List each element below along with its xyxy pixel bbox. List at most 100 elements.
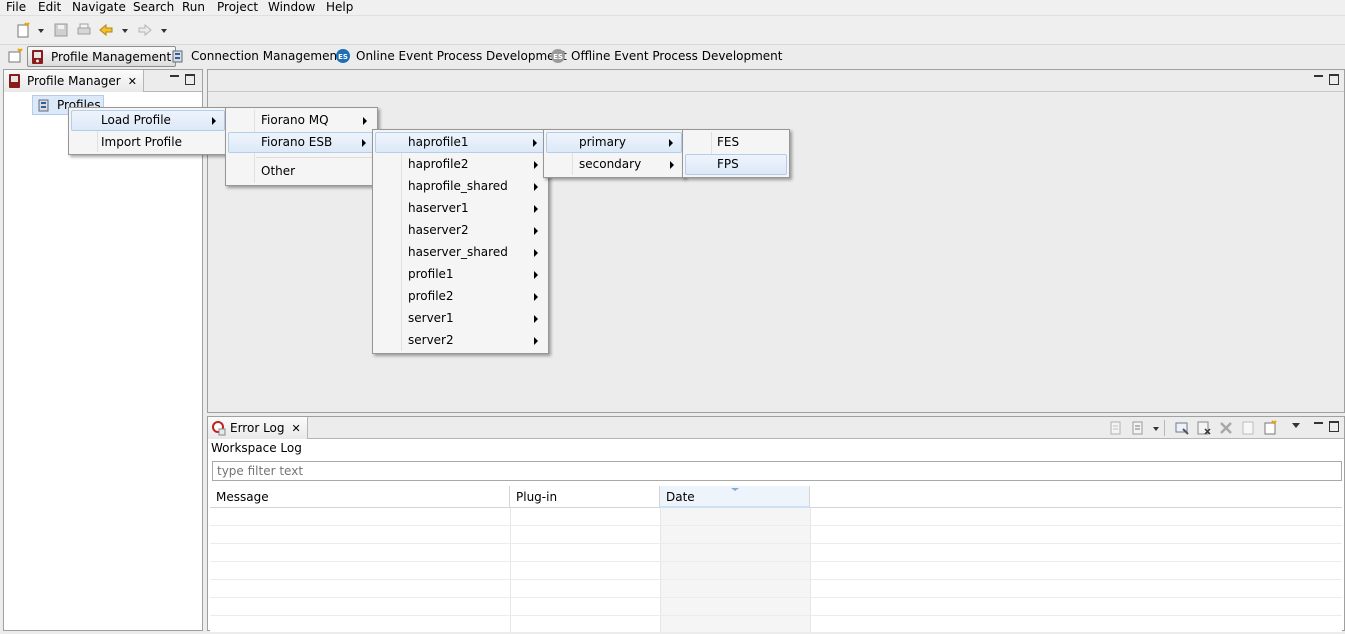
new-dropdown-icon[interactable]	[38, 29, 44, 33]
tab-error-log[interactable]: Error Log ✕	[208, 417, 308, 439]
delete-log-icon[interactable]	[1218, 420, 1234, 436]
close-icon[interactable]: ✕	[128, 75, 137, 88]
export-log-icon[interactable]	[1108, 420, 1124, 436]
menu-item-haprofile1[interactable]: haprofile1	[375, 132, 546, 153]
table-row	[210, 580, 1342, 598]
log-table: Message Plug-in Date	[210, 486, 1342, 634]
perspective-online-event-process[interactable]: ES Online Event Process Development	[335, 46, 567, 65]
menu-separator	[256, 157, 375, 158]
minimize-icon[interactable]	[1314, 421, 1323, 430]
menu-help[interactable]: Help	[326, 0, 353, 15]
maximize-icon[interactable]	[1329, 74, 1339, 85]
perspective-connection-management[interactable]: Connection Management	[170, 46, 342, 65]
perspective-offline-event-process[interactable]: ES Offline Event Process Development	[550, 46, 783, 65]
menu-item-primary[interactable]: primary	[546, 132, 682, 153]
submenu-arrow-icon	[669, 139, 673, 147]
menu-item-server2[interactable]: server2	[375, 330, 546, 351]
menu-item-other[interactable]: Other	[228, 161, 375, 182]
menu-item-fiorano-esb[interactable]: Fiorano ESB	[228, 132, 375, 153]
primary-submenu: FES FPS	[682, 129, 790, 178]
restore-log-icon[interactable]	[1262, 420, 1278, 436]
column-header-plugin[interactable]: Plug-in	[510, 486, 660, 508]
close-icon[interactable]: ✕	[292, 422, 301, 435]
submenu-arrow-icon	[534, 293, 538, 301]
perspective-bar: Profile Management Connection Management…	[0, 45, 1345, 67]
menu-edit[interactable]: Edit	[38, 0, 61, 15]
menu-item-load-profile[interactable]: Load Profile	[71, 110, 225, 131]
clear-log-icon[interactable]	[1196, 420, 1212, 436]
submenu-arrow-icon	[534, 249, 538, 257]
filter-icon[interactable]	[1174, 420, 1190, 436]
menu-item-haprofile2[interactable]: haprofile2	[375, 154, 546, 175]
save-icon[interactable]	[53, 22, 69, 38]
print-icon[interactable]	[76, 22, 92, 38]
filter-input[interactable]	[212, 461, 1342, 481]
back-dropdown-icon[interactable]	[122, 29, 128, 33]
new-icon[interactable]	[15, 22, 31, 38]
import-log-icon[interactable]	[1130, 420, 1146, 436]
submenu-arrow-icon	[670, 161, 674, 169]
menu-navigate[interactable]: Navigate	[72, 0, 126, 15]
menu-item-haserver2[interactable]: haserver2	[375, 220, 546, 241]
main-toolbar	[0, 15, 1345, 45]
submenu-arrow-icon	[534, 205, 538, 213]
tab-profile-manager[interactable]: Profile Manager ✕	[4, 70, 144, 92]
submenu-arrow-icon	[534, 183, 538, 191]
sort-indicator-icon	[731, 488, 739, 491]
menu-item-profile1[interactable]: profile1	[375, 264, 546, 285]
perspective-label: Online Event Process Development	[356, 48, 567, 63]
error-log-window-controls	[1314, 421, 1339, 432]
error-log-icon	[211, 420, 227, 436]
import-dropdown-icon[interactable]	[1153, 427, 1159, 431]
menu-window[interactable]: Window	[268, 0, 315, 15]
maximize-icon[interactable]	[185, 74, 195, 85]
menu-item-secondary[interactable]: secondary	[546, 154, 682, 175]
table-header: Message Plug-in Date	[210, 486, 1342, 508]
menu-item-haserver1[interactable]: haserver1	[375, 198, 546, 219]
profiles-context-menu: Load Profile Import Profile	[68, 107, 228, 155]
menu-bar: File Edit Navigate Search Run Project Wi…	[0, 0, 1345, 15]
fiorano-esb-submenu: haprofile1 haprofile2 haprofile_shared h…	[372, 129, 549, 354]
maximize-icon[interactable]	[1329, 421, 1339, 432]
perspective-profile-management[interactable]: Profile Management	[27, 46, 177, 67]
menu-item-import-profile[interactable]: Import Profile	[71, 132, 225, 153]
forward-icon[interactable]	[137, 22, 153, 38]
forward-dropdown-icon[interactable]	[161, 29, 167, 33]
profile-manager-window-controls	[170, 74, 195, 85]
load-profile-submenu: Fiorano MQ Fiorano ESB Other	[225, 107, 378, 186]
error-log-view: Error Log ✕ Workspace Log type filter te…	[207, 416, 1345, 634]
perspective-label: Profile Management	[51, 49, 172, 64]
back-icon[interactable]	[98, 22, 114, 38]
editor-window-controls	[1314, 74, 1339, 85]
menu-item-haprofile-shared[interactable]: haprofile_shared	[375, 176, 546, 197]
svg-text:ES: ES	[338, 53, 348, 61]
open-perspective-icon[interactable]	[7, 48, 23, 64]
column-header-message[interactable]: Message	[210, 486, 510, 508]
submenu-arrow-icon	[212, 117, 216, 125]
menu-item-fiorano-mq[interactable]: Fiorano MQ	[228, 110, 375, 131]
profile-manager-tabbar: Profile Manager ✕	[4, 70, 202, 92]
haprofile1-submenu: primary secondary	[543, 129, 685, 178]
submenu-arrow-icon	[534, 227, 538, 235]
profile-management-icon	[30, 49, 46, 65]
menu-item-fes[interactable]: FES	[685, 132, 787, 153]
menu-item-profile2[interactable]: profile2	[375, 286, 546, 307]
workspace-log-label: Workspace Log	[211, 441, 302, 455]
menu-search[interactable]: Search	[133, 0, 174, 15]
menu-item-fps[interactable]: FPS	[685, 154, 787, 175]
table-row	[210, 544, 1342, 562]
minimize-icon[interactable]	[170, 74, 179, 83]
menu-item-haserver-shared[interactable]: haserver_shared	[375, 242, 546, 263]
submenu-arrow-icon	[534, 337, 538, 345]
menu-project[interactable]: Project	[217, 0, 258, 15]
view-menu-icon[interactable]	[1292, 423, 1300, 428]
error-log-tabbar: Error Log ✕	[208, 417, 1344, 439]
minimize-icon[interactable]	[1314, 74, 1323, 83]
open-log-icon[interactable]	[1240, 420, 1256, 436]
menu-run[interactable]: Run	[182, 0, 205, 15]
online-eventprocess-icon: ES	[335, 48, 351, 64]
menu-item-server1[interactable]: server1	[375, 308, 546, 329]
editor-tabbar	[208, 70, 1344, 92]
menu-file[interactable]: File	[6, 0, 26, 15]
profiles-folder-icon	[36, 97, 52, 113]
